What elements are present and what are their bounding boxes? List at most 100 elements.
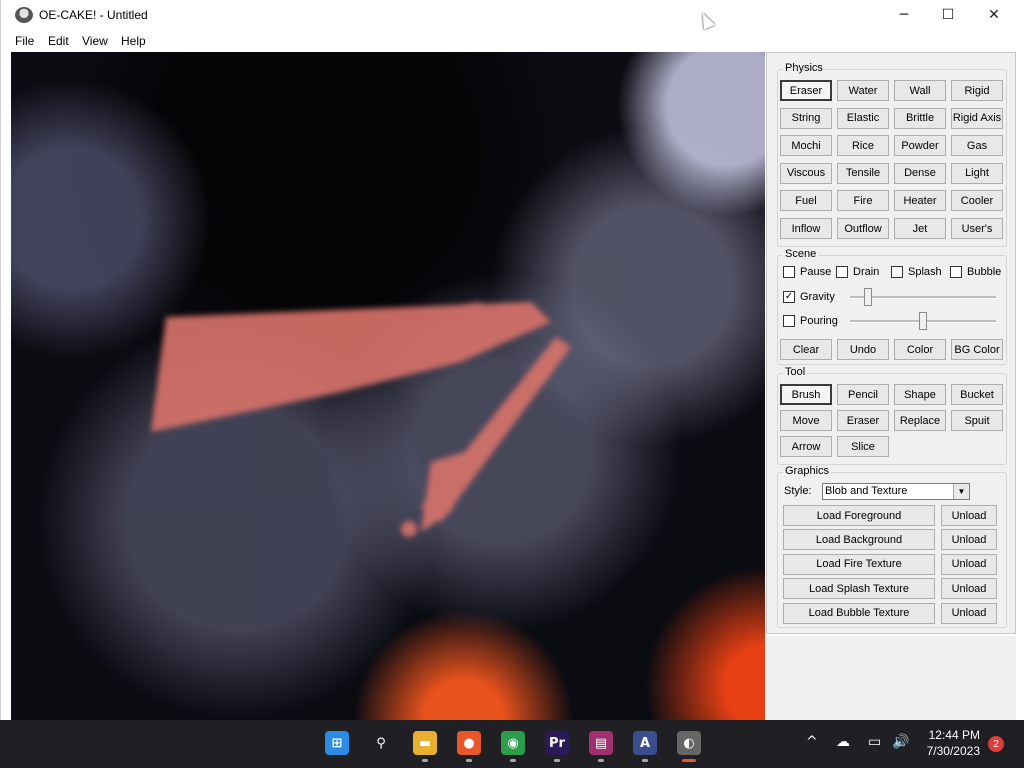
volume-icon[interactable]: 🔊 [892,734,909,750]
pouring-checkbox[interactable]: Pouring [783,313,838,329]
clock-time: 12:44 PM [928,728,980,742]
drain-checkbox[interactable]: Drain [836,264,879,280]
physics-user-s-button[interactable]: User's [951,218,1003,239]
cloud-icon[interactable]: ☁ [836,734,850,750]
physics-fuel-button[interactable]: Fuel [780,190,832,212]
unload-foreground-button[interactable]: Unload [941,505,997,526]
style-select[interactable]: Blob and Texture ▼ [822,483,970,500]
physics-powder-button[interactable]: Powder [894,135,946,157]
search-icon[interactable]: ⚲ [369,731,393,755]
load-fire-texture-button[interactable]: Load Fire Texture [783,553,935,575]
load-bubble-texture-button[interactable]: Load Bubble Texture [783,602,935,624]
running-indicator [682,759,696,762]
oecake-icon[interactable]: ◐ [677,731,701,755]
tool-replace-button[interactable]: Replace [894,410,946,431]
color-button[interactable]: Color [894,339,946,360]
physics-rice-button[interactable]: Rice [837,135,889,157]
physics-viscous-button[interactable]: Viscous [780,162,832,184]
physics-mochi-button[interactable]: Mochi [780,135,832,157]
physics-rigid-axis-button[interactable]: Rigid Axis [951,107,1003,129]
physics-string-button[interactable]: String [780,107,832,129]
menu-edit[interactable]: Edit [48,34,69,48]
splash-label: Splash [908,266,942,278]
unload-splash-texture-button[interactable]: Unload [941,578,997,600]
minimize-button[interactable]: ─ [881,0,927,30]
physics-eraser-button[interactable]: Eraser [780,80,832,101]
gravity-slider-thumb[interactable] [864,288,872,306]
taskbar: ⊞ ⚲ ▬ ● ◉ Pr ▤ A ◐ ^ ☁ ▭ 🔊 12:44 PM 7/30/2023 2 [0,720,1024,768]
splash-checkbox[interactable]: Splash [891,264,942,280]
close-button[interactable]: ✕ [971,0,1017,30]
winrar-icon[interactable]: ▤ [589,731,613,755]
tool-pencil-button[interactable]: Pencil [837,384,889,405]
physics-cooler-button[interactable]: Cooler [951,190,1003,212]
simulation-canvas[interactable] [11,52,765,720]
physics-light-button[interactable]: Light [951,162,1003,184]
physics-water-button[interactable]: Water [837,80,889,101]
file-explorer-icon[interactable]: ▬ [413,731,437,755]
tool-shape-button[interactable]: Shape [894,384,946,405]
chevron-down-icon[interactable]: ▼ [953,484,969,499]
physics-jet-button[interactable]: Jet [894,218,946,239]
load-splash-texture-button[interactable]: Load Splash Texture [783,578,935,600]
physics-gas-button[interactable]: Gas [951,135,1003,157]
pouring-label: Pouring [800,315,838,327]
physics-elastic-button[interactable]: Elastic [837,107,889,129]
bubble-checkbox[interactable]: Bubble [950,264,1001,280]
physics-outflow-button[interactable]: Outflow [837,218,889,239]
firefox-icon[interactable]: ● [457,731,481,755]
scene-label: Scene [783,248,819,260]
physics-fire-button[interactable]: Fire [837,190,889,212]
clear-button[interactable]: Clear [780,339,832,360]
tool-group: Tool Brush Pencil Shape Bucket Move Eraser Rep… [777,366,1007,465]
bg-color-button[interactable]: BG Color [951,339,1003,360]
tool-eraser-button[interactable]: Eraser [837,410,889,431]
menu-help[interactable]: Help [121,34,146,48]
maximize-button[interactable]: ☐ [925,0,971,30]
pouring-slider-thumb[interactable] [919,312,927,330]
pouring-slider[interactable] [850,311,996,331]
start-icon[interactable]: ⊞ [325,731,349,755]
load-background-button[interactable]: Load Background [783,529,935,551]
oecake-app-icon [15,7,33,23]
style-label: Style: [784,485,812,497]
tool-brush-button[interactable]: Brush [780,384,832,405]
scene-group: Scene Pause Drain Splash Bubble ✓ Gravity… [777,248,1007,365]
app-a-icon[interactable]: A [633,731,657,755]
running-indicator [422,759,428,762]
unload-bubble-texture-button[interactable]: Unload [941,602,997,624]
load-foreground-button[interactable]: Load Foreground [783,505,935,526]
physics-heater-button[interactable]: Heater [894,190,946,212]
physics-rigid-button[interactable]: Rigid [951,80,1003,101]
running-indicator [466,759,472,762]
running-indicator [598,759,604,762]
chrome-icon[interactable]: ◉ [501,731,525,755]
tool-slice-button[interactable]: Slice [837,436,889,457]
physics-dense-button[interactable]: Dense [894,162,946,184]
network-icon[interactable]: ▭ [868,734,881,750]
clock[interactable]: 12:44 PM 7/30/2023 [927,727,980,759]
show-hidden-icons-icon[interactable]: ^ [806,734,818,750]
unload-fire-texture-button[interactable]: Unload [941,553,997,575]
pause-checkbox[interactable]: Pause [783,264,831,280]
gravity-checkbox[interactable]: ✓ Gravity [783,289,835,305]
tool-bucket-button[interactable]: Bucket [951,384,1003,405]
tool-move-button[interactable]: Move [780,410,832,431]
tool-arrow-button[interactable]: Arrow [780,436,832,457]
physics-inflow-button[interactable]: Inflow [780,218,832,239]
physics-brittle-button[interactable]: Brittle [894,107,946,129]
gravity-label: Gravity [800,291,835,303]
tool-spuit-button[interactable]: Spuit [951,410,1003,431]
physics-wall-button[interactable]: Wall [894,80,946,101]
menu-file[interactable]: File [15,34,34,48]
running-indicator [554,759,560,762]
graphics-label: Graphics [783,465,832,477]
menu-view[interactable]: View [82,34,108,48]
gravity-slider[interactable] [850,287,996,307]
unload-background-button[interactable]: Unload [941,529,997,551]
title-bar[interactable]: OE-CAKE! - Untitled ─ ☐ ✕ [1,0,1024,30]
undo-button[interactable]: Undo [837,339,889,360]
physics-tensile-button[interactable]: Tensile [837,162,889,184]
notification-badge[interactable]: 2 [988,736,1004,752]
premiere-icon[interactable]: Pr [545,731,569,755]
